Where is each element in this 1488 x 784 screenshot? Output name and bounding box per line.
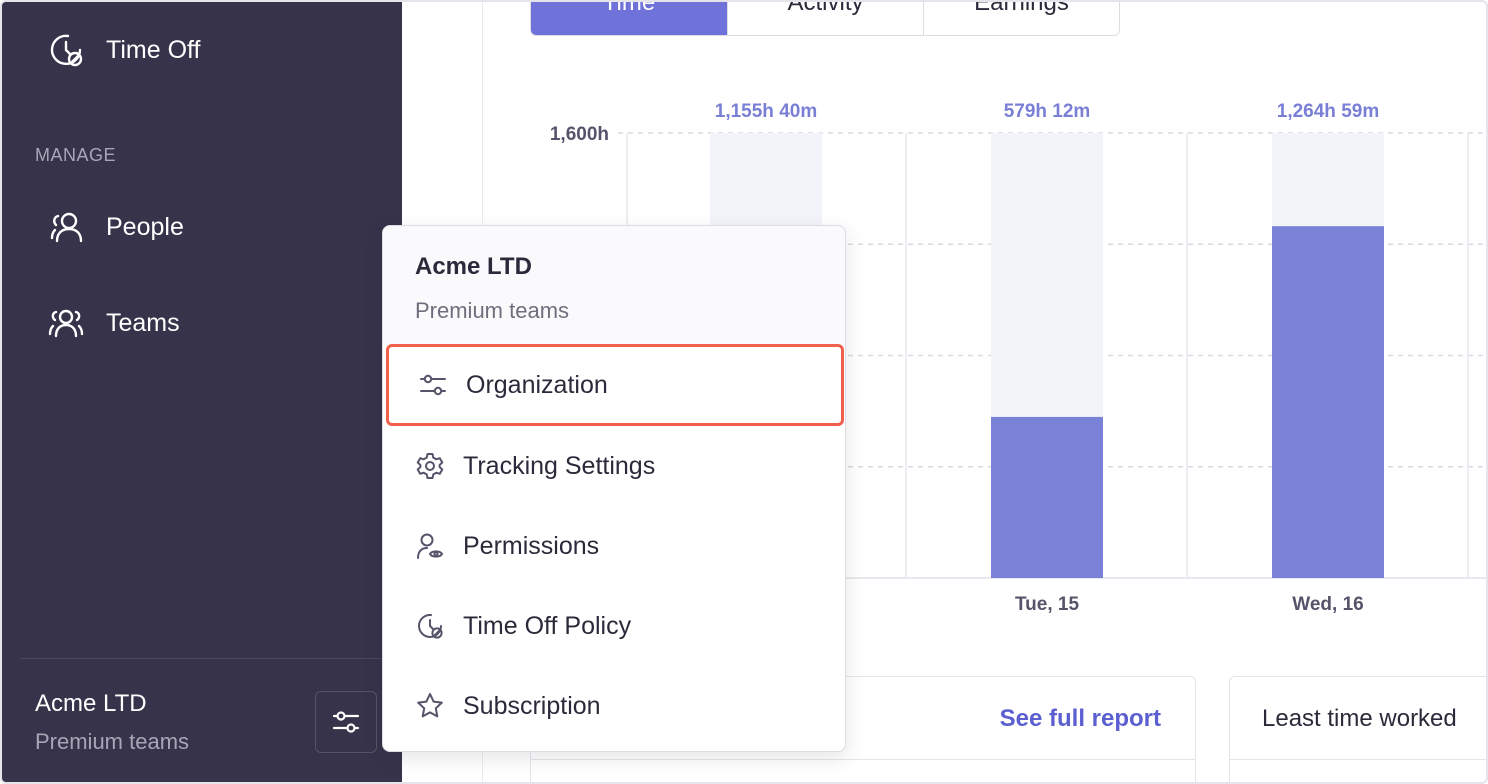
bar-data-label: 1,155h 40m xyxy=(715,101,817,122)
menu-item-permissions[interactable]: Permissions xyxy=(383,506,845,586)
sidebar-item-label: Time Off xyxy=(106,35,201,64)
y-tick-label: 1,600h xyxy=(550,124,609,145)
menu-item-organization[interactable]: Organization xyxy=(386,344,844,426)
least-time-card: Least time worked xyxy=(1229,676,1486,782)
x-tick-label: Wed, 16 xyxy=(1292,594,1363,615)
sliders-icon xyxy=(332,711,360,733)
card-divider xyxy=(531,759,1195,760)
time-off-icon xyxy=(418,613,443,639)
app-window: Time Off MANAGE People Teams Acme LTD Pr… xyxy=(0,0,1488,784)
time-off-icon xyxy=(50,34,83,67)
bar xyxy=(991,416,1103,578)
menu-org-name: Acme LTD xyxy=(415,253,532,280)
menu-item-label: Organization xyxy=(466,370,608,399)
manage-section-label: MANAGE xyxy=(35,145,117,165)
menu-item-subscription[interactable]: Subscription xyxy=(383,666,845,746)
org-plan: Premium teams xyxy=(35,729,190,754)
menu-item-tracking-settings[interactable]: Tracking Settings xyxy=(383,426,845,506)
menu-item-label: Subscription xyxy=(463,691,601,720)
bar-data-label: 579h 12m xyxy=(1004,101,1091,122)
sidebar-item-teams[interactable]: Teams xyxy=(46,303,180,343)
bar xyxy=(1272,226,1384,579)
star-icon xyxy=(417,693,443,718)
menu-item-label: Time Off Policy xyxy=(463,611,632,640)
sidebar-item-label: People xyxy=(106,212,184,241)
sidebar-item-people[interactable]: People xyxy=(46,207,184,247)
menu-item-time-off-policy[interactable]: Time Off Policy xyxy=(383,586,845,666)
gear-icon xyxy=(416,453,444,479)
least-time-worked-title: Least time worked xyxy=(1262,705,1457,732)
menu-item-label: Permissions xyxy=(463,531,600,560)
org-settings-button[interactable] xyxy=(315,691,377,753)
organization-menu: Acme LTD Premium teams Organization Trac… xyxy=(382,225,846,752)
menu-item-label: Tracking Settings xyxy=(463,451,656,480)
user-eye-icon xyxy=(417,533,444,559)
menu-org-plan: Premium teams xyxy=(415,298,570,323)
sidebar: Time Off MANAGE People Teams Acme LTD Pr… xyxy=(2,2,402,782)
menu-header: Acme LTD Premium teams xyxy=(383,226,845,344)
sidebar-divider xyxy=(20,658,384,659)
sliders-icon xyxy=(420,374,446,396)
org-name: Acme LTD xyxy=(35,690,147,717)
teams-icon xyxy=(48,309,84,338)
see-full-report-link[interactable]: See full report xyxy=(1000,705,1161,733)
card-divider xyxy=(1230,759,1486,760)
bar-data-label: 1,264h 59m xyxy=(1277,101,1379,122)
sidebar-item-time-off[interactable]: Time Off xyxy=(46,30,200,70)
x-tick-label: Tue, 15 xyxy=(1015,594,1079,615)
people-icon xyxy=(50,212,83,243)
sidebar-item-label: Teams xyxy=(106,308,180,337)
